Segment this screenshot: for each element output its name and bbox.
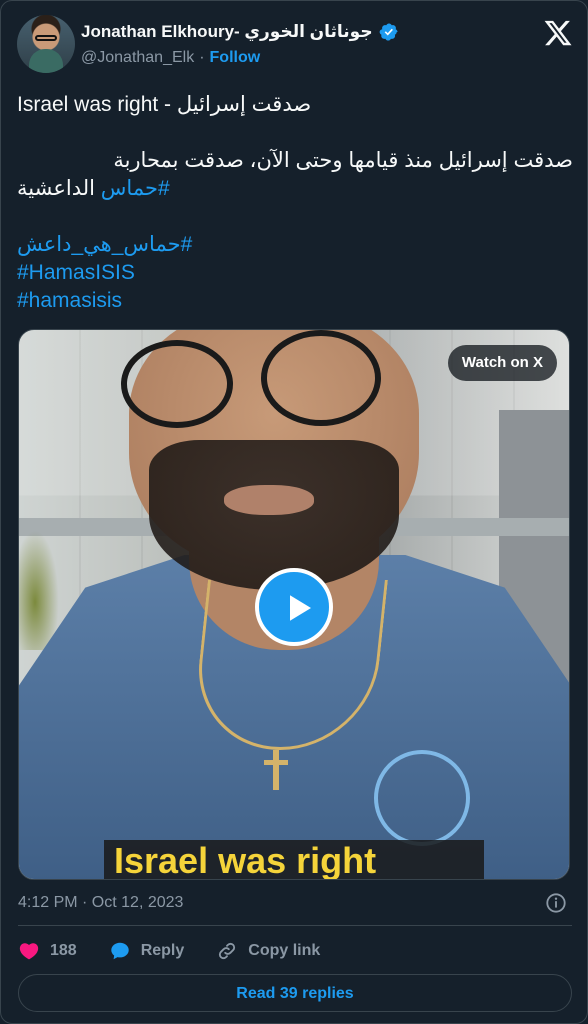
video-glasses-left xyxy=(121,340,233,428)
avatar-glasses xyxy=(35,35,57,41)
divider xyxy=(18,925,572,926)
author-handle-row: @Jonathan_Elk · Follow xyxy=(81,49,260,67)
play-icon xyxy=(290,595,311,621)
link-icon xyxy=(219,942,236,960)
video-person-beard xyxy=(149,440,399,590)
reply-label: Reply xyxy=(140,942,185,959)
tweet-spacer xyxy=(17,119,573,147)
video-bg-tree xyxy=(19,530,59,650)
tweet-timestamp[interactable]: 4:12 PM · Oct 12, 2023 xyxy=(18,894,183,912)
tweet-spacer xyxy=(17,203,573,231)
author-handle[interactable]: @Jonathan_Elk xyxy=(81,49,194,67)
hashtag-link[interactable]: #حماس_هي_داعش xyxy=(17,231,573,259)
video-cross-pendant xyxy=(264,750,288,790)
reply-bubble-icon xyxy=(110,942,129,960)
action-bar: 188 Reply Copy link xyxy=(18,936,352,966)
reply-button[interactable]: Reply xyxy=(109,940,185,962)
tweet-line-2: صدقت إسرائيل منذ قيامها وحتى الآن، صدقت … xyxy=(113,149,573,172)
tweet-line-3: #حماس الداعشية xyxy=(17,175,573,203)
tweet-header: Jonathan Elkhoury- جوناثان الخوري @Jonat… xyxy=(17,15,573,75)
hashtag-link[interactable]: #حماس xyxy=(101,177,170,200)
tweet-card: Jonathan Elkhoury- جوناثان الخوري @Jonat… xyxy=(0,0,588,1024)
video-shirt-logo xyxy=(374,750,470,846)
follow-button[interactable]: Follow xyxy=(210,49,261,67)
verified-badge-icon xyxy=(379,22,399,42)
heart-icon xyxy=(19,943,39,960)
x-logo-icon[interactable] xyxy=(543,18,573,48)
video-subtitle-text: Israel was right xyxy=(114,840,377,880)
video-person-mouth xyxy=(224,485,314,515)
like-count: 188 xyxy=(50,942,77,959)
author-display-name[interactable]: Jonathan Elkhoury- جوناثان الخوري xyxy=(81,22,373,42)
copy-link-button[interactable]: Copy link xyxy=(216,940,320,962)
play-button[interactable] xyxy=(255,568,333,646)
video-glasses-right xyxy=(261,330,381,426)
hashtag-link[interactable]: #hamasisis xyxy=(17,287,573,315)
tweet-line-1: Israel was right - صدقت إسرائيل xyxy=(17,93,312,116)
tweet-text: Israel was right - صدقت إسرائيل صدقت إسر… xyxy=(17,91,573,315)
info-icon[interactable] xyxy=(545,892,567,914)
read-replies-button[interactable]: Read 39 replies xyxy=(18,974,572,1012)
video-subtitle: Israel was right xyxy=(104,840,484,880)
hashtag-link[interactable]: #HamasISIS xyxy=(17,259,573,287)
author-name-row: Jonathan Elkhoury- جوناثان الخوري xyxy=(81,20,399,44)
separator-dot: · xyxy=(199,49,205,66)
like-button[interactable]: 188 xyxy=(18,940,77,962)
video-player[interactable]: Israel was right Watch on X xyxy=(18,329,570,880)
copy-link-label: Copy link xyxy=(248,942,321,959)
watch-on-x-button[interactable]: Watch on X xyxy=(447,345,557,381)
avatar[interactable] xyxy=(17,15,75,73)
tweet-line-3-text: الداعشية xyxy=(17,177,95,200)
